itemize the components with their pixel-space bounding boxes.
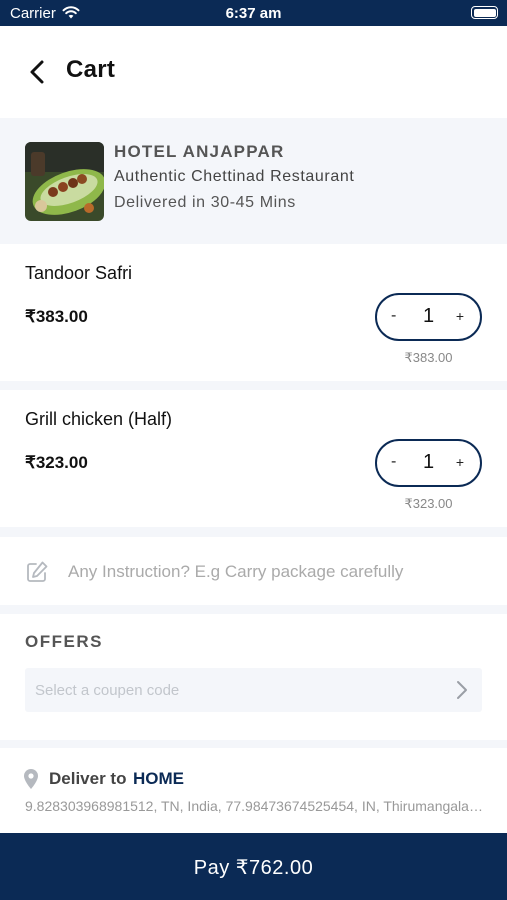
coupon-placeholder: Select a coupen code xyxy=(35,682,180,699)
item-price: ₹323.00 xyxy=(25,453,88,472)
delivery-destination: HOME xyxy=(133,769,184,788)
pay-button[interactable]: Pay ₹762.00 xyxy=(0,833,507,900)
chevron-right-icon xyxy=(457,681,467,699)
status-bar: Carrier 6:37 am xyxy=(0,0,507,26)
restaurant-tagline: Authentic Chettinad Restaurant xyxy=(114,168,355,185)
pay-label: Pay ₹762.00 xyxy=(193,857,314,879)
cart-item: Grill chicken (Half) ₹323.00 - 1 + ₹323.… xyxy=(0,390,507,527)
quantity-stepper: - 1 + xyxy=(375,293,482,341)
deliver-to-label: Deliver to xyxy=(49,769,127,788)
item-name: Grill chicken (Half) xyxy=(25,409,173,429)
coupon-selector[interactable]: Select a coupen code xyxy=(25,668,482,712)
delivery-address-section[interactable]: Deliver to HOME 9.828303968981512, TN, I… xyxy=(0,748,507,833)
item-subtotal: ₹323.00 xyxy=(404,496,453,511)
back-arrow-icon[interactable] xyxy=(26,58,48,86)
header: Cart xyxy=(0,26,507,118)
restaurant-image xyxy=(25,142,104,221)
quantity-value: 1 xyxy=(422,451,435,473)
item-name: Tandoor Safri xyxy=(25,263,133,283)
cart-item: Tandoor Safri ₹383.00 - 1 + ₹383.00 xyxy=(0,244,507,381)
restaurant-card: HOTEL ANJAPPAR Authentic Chettinad Resta… xyxy=(0,118,507,242)
quantity-stepper: - 1 + xyxy=(375,439,482,487)
offers-heading: OFFERS xyxy=(25,632,103,651)
battery-icon xyxy=(471,6,498,19)
offers-section: OFFERS Select a coupen code xyxy=(0,614,507,740)
page-title: Cart xyxy=(66,56,116,83)
clock: 6:37 am xyxy=(225,5,282,22)
delivery-address: 9.828303968981512, TN, India, 77.9847367… xyxy=(25,798,490,814)
instruction-field[interactable]: Any Instruction? E.g Carry package caref… xyxy=(0,537,507,605)
location-pin-icon xyxy=(24,769,38,789)
increment-button[interactable]: + xyxy=(456,454,464,470)
edit-icon xyxy=(27,561,48,582)
quantity-value: 1 xyxy=(422,305,435,327)
increment-button[interactable]: + xyxy=(456,308,464,324)
instruction-placeholder: Any Instruction? E.g Carry package caref… xyxy=(68,562,404,581)
restaurant-name: HOTEL ANJAPPAR xyxy=(114,142,285,161)
item-subtotal: ₹383.00 xyxy=(404,350,453,365)
delivery-eta: Delivered in 30-45 Mins xyxy=(114,194,296,211)
item-price: ₹383.00 xyxy=(25,307,88,326)
